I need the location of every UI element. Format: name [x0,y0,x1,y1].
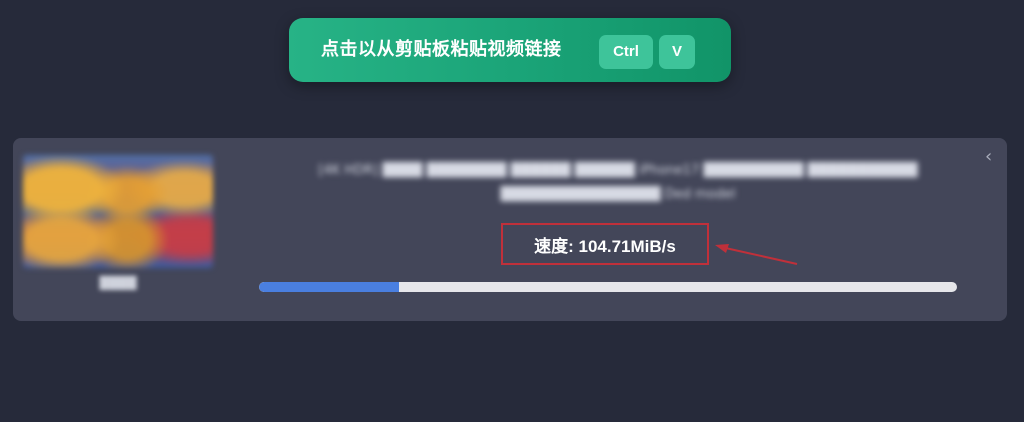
ctrl-key-badge: Ctrl [599,35,653,69]
video-title-line-1: [4K HDR] ████ ████████ ██████ ██████ iPh… [318,163,918,178]
v-key-badge: V [659,35,695,69]
download-speed: 速度: 104.71MiB/s [534,236,676,256]
download-progress-bar [259,282,957,292]
paste-from-clipboard-button[interactable]: 点击以从剪贴板粘贴视频链接 Ctrl V [289,18,731,82]
thumbnail-caption: ████ [99,276,137,290]
annotation-arrow-icon [715,244,798,265]
close-icon[interactable]: ‹ [985,148,999,166]
paste-button-label: 点击以从剪贴板粘贴视频链接 [321,39,562,60]
video-thumbnail [23,155,213,268]
download-item-card: ████ [4K HDR] ████ ████████ ██████ █████… [13,138,1007,321]
video-title: [4K HDR] ████ ████████ ██████ ██████ iPh… [238,159,998,207]
video-title-line-2: ████████████████ Ded model [500,187,736,202]
speed-annotation-box: 速度: 104.71MiB/s [501,223,709,265]
download-progress-fill [259,282,399,292]
